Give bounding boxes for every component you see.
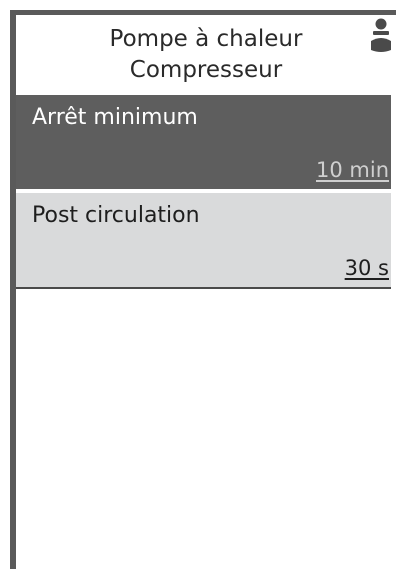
page-title-line-1: Pompe à chaleur: [109, 26, 303, 52]
page-title: Pompe à chaleur Compresseur: [16, 24, 396, 86]
user-icon[interactable]: [369, 17, 393, 55]
menu-item-arret-minimum[interactable]: Arrêt minimum 10 min: [16, 95, 391, 189]
menu-item-label: Post circulation: [32, 203, 200, 228]
screen: Pompe à chaleur Compresseur Arrêt minimu…: [0, 0, 396, 569]
menu-item-value[interactable]: 10 min: [316, 157, 389, 183]
header: Pompe à chaleur Compresseur: [16, 15, 396, 95]
menu-item-label: Arrêt minimum: [32, 105, 198, 130]
menu-item-post-circulation[interactable]: Post circulation 30 s: [16, 193, 391, 287]
page-title-line-2: Compresseur: [129, 57, 283, 83]
empty-content-area: [16, 289, 396, 569]
menu-item-value[interactable]: 30 s: [345, 255, 389, 281]
